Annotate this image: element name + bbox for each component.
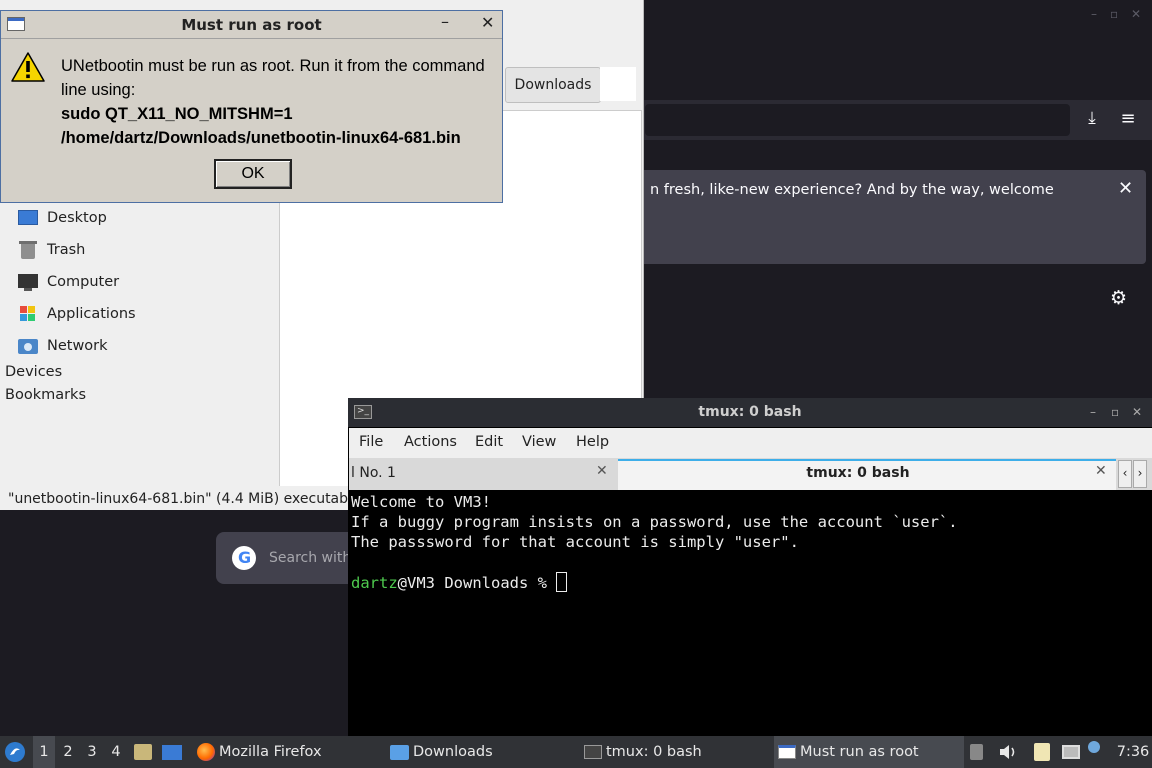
task-must-run-as-root[interactable]: Must run as root (774, 736, 964, 768)
sidebar-item-network[interactable]: Network (18, 333, 108, 359)
desktop-icon (162, 744, 182, 760)
dialog-message: UNetbootin must be run as root. Run it f… (61, 57, 485, 99)
tab-close-icon[interactable]: ✕ (596, 463, 608, 479)
firefox-maximize-icon[interactable]: ▫ (1110, 7, 1118, 21)
command-line-2: /home/dartz/Downloads/unetbootin-linux64… (61, 129, 461, 147)
sidebar-heading-devices[interactable]: Devices (5, 364, 62, 380)
notes-icon (1034, 743, 1050, 761)
path-bar (600, 67, 636, 101)
clipboard-icon (970, 744, 983, 760)
computer-icon (18, 273, 38, 291)
gear-icon[interactable]: ⚙ (1110, 287, 1127, 309)
terminal-cursor (556, 572, 568, 592)
terminal-menubar (349, 428, 1152, 458)
tab-label: tmux: 0 bash (806, 465, 910, 481)
sidebar-heading-bookmarks[interactable]: Bookmarks (5, 387, 86, 403)
task-label: Must run as root (800, 744, 919, 760)
terminal-icon[interactable]: >_ (354, 405, 372, 419)
hamburger-menu-icon[interactable]: ≡ (1116, 108, 1140, 132)
path-button-downloads[interactable]: Downloads (505, 67, 601, 103)
sidebar-item-label: Network (47, 338, 108, 354)
prompt-host-path: @VM3 Downloads % (397, 574, 557, 592)
terminal-maximize-icon[interactable]: ▫ (1111, 405, 1119, 419)
trash-icon (18, 241, 38, 259)
dialog-command: sudo QT_X11_NO_MITSHM=1 /home/dartz/Down… (61, 102, 461, 150)
task-firefox[interactable]: Mozilla Firefox (193, 736, 375, 768)
status-bar: "unetbootin-linux64-681.bin" (4.4 MiB) e… (0, 486, 368, 510)
network-icon (18, 337, 38, 355)
terminal-icon (584, 745, 602, 759)
window-icon (778, 745, 796, 759)
download-icon[interactable]: ⤓ (1080, 108, 1104, 132)
workspace-4[interactable]: 4 (105, 736, 127, 768)
network-icon (1062, 745, 1080, 759)
menu-help[interactable]: Help (576, 434, 609, 450)
firefox-icon (197, 743, 215, 761)
search-placeholder: Search with (269, 550, 352, 566)
warning-icon (11, 52, 45, 82)
sidebar-item-label: Desktop (47, 210, 107, 226)
lxqt-logo-icon (5, 742, 25, 762)
task-downloads[interactable]: Downloads (386, 736, 570, 768)
url-bar[interactable] (645, 104, 1070, 136)
task-label: Downloads (413, 744, 493, 760)
terminal-line: If a buggy program insists on a password… (351, 513, 958, 531)
clipboard-tray[interactable] (970, 736, 990, 768)
network-tray[interactable] (1062, 736, 1084, 768)
firefox-close-icon[interactable]: ✕ (1131, 7, 1141, 21)
sidebar-item-label: Computer (47, 274, 120, 290)
tab-label: l No. 1 (351, 465, 396, 481)
minimize-icon[interactable]: – (441, 12, 449, 31)
show-desktop-button[interactable] (162, 736, 184, 768)
volume-icon (1000, 745, 1015, 759)
dialog-title: Must run as root (181, 16, 322, 34)
google-icon: G (232, 546, 256, 570)
root-required-dialog: Must run as root – ✕ UNetbootin must be … (0, 10, 503, 203)
desktop-icon (18, 209, 38, 227)
sidebar-item-applications[interactable]: Applications (18, 301, 136, 327)
task-label: Mozilla Firefox (219, 744, 322, 760)
tab-scroll-right-icon[interactable]: › (1133, 460, 1147, 488)
ok-button[interactable]: OK (214, 159, 292, 189)
notes-tray[interactable] (1034, 736, 1056, 768)
file-manager-launcher[interactable] (134, 736, 154, 768)
terminal-title: tmux: 0 bash (698, 404, 802, 420)
files-icon (134, 744, 152, 760)
prompt-user: dartz (351, 574, 398, 592)
workspace-2[interactable]: 2 (57, 736, 79, 768)
clock[interactable]: 7:36 (1116, 736, 1150, 768)
sidebar-item-computer[interactable]: Computer (18, 269, 119, 295)
tab-close-icon[interactable]: ✕ (1095, 463, 1107, 479)
notice-close-icon[interactable]: ✕ (1118, 178, 1133, 199)
task-label: tmux: 0 bash (606, 744, 702, 760)
command-line-1: sudo QT_X11_NO_MITSHM=1 (61, 105, 293, 123)
start-menu-button[interactable] (4, 736, 28, 768)
firefox-minimize-icon[interactable]: – (1091, 7, 1097, 21)
volume-tray[interactable] (998, 736, 1020, 768)
workspace-3[interactable]: 3 (81, 736, 103, 768)
terminal-close-icon[interactable]: ✕ (1132, 405, 1142, 419)
notice-text: n fresh, like-new experience? And by the… (650, 182, 1054, 198)
sidebar-item-label: Trash (47, 242, 86, 258)
task-terminal[interactable]: tmux: 0 bash (580, 736, 764, 768)
terminal-output[interactable]: Welcome to VM3! If a buggy program insist… (350, 490, 1149, 736)
menu-edit[interactable]: Edit (475, 434, 503, 450)
applications-icon (18, 305, 38, 323)
tab-scroll-left-icon[interactable]: ‹ (1118, 460, 1132, 488)
sidebar-item-desktop[interactable]: Desktop (18, 205, 107, 231)
menu-view[interactable]: View (522, 434, 556, 450)
terminal-line: Welcome to VM3! (351, 493, 491, 511)
close-icon[interactable]: ✕ (481, 13, 494, 32)
folder-icon (390, 744, 409, 760)
terminal-line: The passsword for that account is simply… (351, 533, 799, 551)
notification-tray[interactable] (1088, 736, 1106, 768)
terminal-prompt: dartz@VM3 Downloads % (351, 572, 1149, 593)
sidebar-item-label: Applications (47, 306, 136, 322)
menu-actions[interactable]: Actions (404, 434, 457, 450)
info-icon (1088, 741, 1100, 753)
terminal-minimize-icon[interactable]: – (1090, 405, 1096, 419)
sidebar-item-trash[interactable]: Trash (18, 237, 85, 263)
menu-file[interactable]: File (359, 434, 383, 450)
workspace-1[interactable]: 1 (33, 736, 55, 768)
